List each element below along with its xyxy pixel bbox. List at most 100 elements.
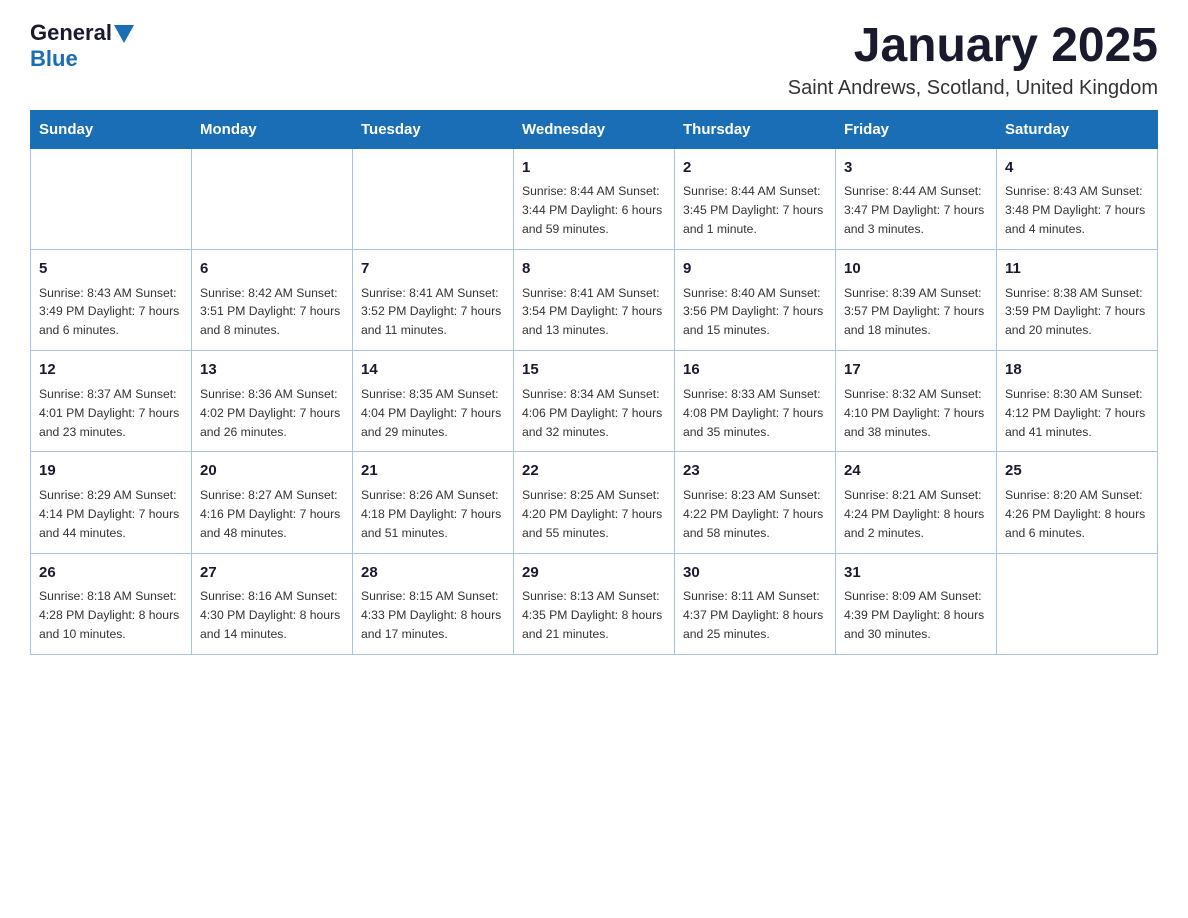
day-number: 12 [39,359,183,382]
day-info: Sunrise: 8:36 AM Sunset: 4:02 PM Dayligh… [200,385,344,442]
weekday-header-sunday: Sunday [31,110,192,148]
day-info: Sunrise: 8:35 AM Sunset: 4:04 PM Dayligh… [361,385,505,442]
week-row-1: 1Sunrise: 8:44 AM Sunset: 3:44 PM Daylig… [31,148,1158,249]
calendar-cell: 8 Sunrise: 8:41 AM Sunset: 3:54 PM Daylig… [514,250,675,351]
calendar-cell: 3Sunrise: 8:44 AM Sunset: 3:47 PM Daylig… [836,148,997,249]
day-number: 24 [844,460,988,483]
day-info: Sunrise: 8:43 AM Sunset: 3:48 PM Dayligh… [1005,182,1149,239]
week-row-4: 19Sunrise: 8:29 AM Sunset: 4:14 PM Dayli… [31,452,1158,553]
calendar-cell: 13 Sunrise: 8:36 AM Sunset: 4:02 PM Dayli… [192,351,353,452]
calendar-cell: 7 Sunrise: 8:41 AM Sunset: 3:52 PM Daylig… [353,250,514,351]
day-number: 31 [844,562,988,585]
calendar-cell: 23 Sunrise: 8:23 AM Sunset: 4:22 PM Dayli… [675,452,836,553]
calendar-cell: 20Sunrise: 8:27 AM Sunset: 4:16 PM Dayli… [192,452,353,553]
calendar-cell: 4Sunrise: 8:43 AM Sunset: 3:48 PM Daylig… [997,148,1158,249]
day-number: 10 [844,258,988,281]
day-number: 5 [39,258,183,281]
title-block: January 2025 Saint Andrews, Scotland, Un… [788,20,1158,100]
weekday-header-friday: Friday [836,110,997,148]
day-info: Sunrise: 8:23 AM Sunset: 4:22 PM Dayligh… [683,486,827,543]
day-number: 18 [1005,359,1149,382]
day-number: 29 [522,562,666,585]
day-number: 25 [1005,460,1149,483]
day-number: 27 [200,562,344,585]
week-row-5: 26Sunrise: 8:18 AM Sunset: 4:28 PM Dayli… [31,553,1158,654]
day-number: 23 [683,460,827,483]
calendar-cell: 31Sunrise: 8:09 AM Sunset: 4:39 PM Dayli… [836,553,997,654]
day-info: Sunrise: 8:34 AM Sunset: 4:06 PM Dayligh… [522,385,666,442]
day-info: Sunrise: 8:26 AM Sunset: 4:18 PM Dayligh… [361,486,505,543]
calendar-cell [31,148,192,249]
weekday-header-monday: Monday [192,110,353,148]
logo-general: General [30,20,112,45]
calendar-cell: 5 Sunrise: 8:43 AM Sunset: 3:49 PM Daylig… [31,250,192,351]
calendar-cell: 12 Sunrise: 8:37 AM Sunset: 4:01 PM Dayli… [31,351,192,452]
day-info: Sunrise: 8:44 AM Sunset: 3:44 PM Dayligh… [522,182,666,239]
day-number: 4 [1005,157,1149,180]
calendar-cell: 29Sunrise: 8:13 AM Sunset: 4:35 PM Dayli… [514,553,675,654]
day-number: 17 [844,359,988,382]
day-info: Sunrise: 8:25 AM Sunset: 4:20 PM Dayligh… [522,486,666,543]
day-number: 26 [39,562,183,585]
day-info: Sunrise: 8:42 AM Sunset: 3:51 PM Dayligh… [200,284,344,341]
day-info: Sunrise: 8:33 AM Sunset: 4:08 PM Dayligh… [683,385,827,442]
day-info: Sunrise: 8:15 AM Sunset: 4:33 PM Dayligh… [361,587,505,644]
calendar-cell [997,553,1158,654]
day-info: Sunrise: 8:37 AM Sunset: 4:01 PM Dayligh… [39,385,183,442]
logo: General Blue [30,20,134,72]
calendar-cell: 27Sunrise: 8:16 AM Sunset: 4:30 PM Dayli… [192,553,353,654]
day-number: 3 [844,157,988,180]
day-info: Sunrise: 8:40 AM Sunset: 3:56 PM Dayligh… [683,284,827,341]
calendar-cell: 2Sunrise: 8:44 AM Sunset: 3:45 PM Daylig… [675,148,836,249]
day-number: 6 [200,258,344,281]
logo-text: General Blue [30,20,134,72]
calendar-cell: 26Sunrise: 8:18 AM Sunset: 4:28 PM Dayli… [31,553,192,654]
day-info: Sunrise: 8:13 AM Sunset: 4:35 PM Dayligh… [522,587,666,644]
day-info: Sunrise: 8:11 AM Sunset: 4:37 PM Dayligh… [683,587,827,644]
weekday-header-saturday: Saturday [997,110,1158,148]
day-number: 2 [683,157,827,180]
calendar-table: SundayMondayTuesdayWednesdayThursdayFrid… [30,110,1158,655]
day-info: Sunrise: 8:32 AM Sunset: 4:10 PM Dayligh… [844,385,988,442]
day-info: Sunrise: 8:39 AM Sunset: 3:57 PM Dayligh… [844,284,988,341]
calendar-cell: 1Sunrise: 8:44 AM Sunset: 3:44 PM Daylig… [514,148,675,249]
calendar-cell: 18 Sunrise: 8:30 AM Sunset: 4:12 PM Dayli… [997,351,1158,452]
calendar-cell: 17 Sunrise: 8:32 AM Sunset: 4:10 PM Dayli… [836,351,997,452]
day-number: 15 [522,359,666,382]
day-info: Sunrise: 8:44 AM Sunset: 3:47 PM Dayligh… [844,182,988,239]
calendar-cell: 16 Sunrise: 8:33 AM Sunset: 4:08 PM Dayli… [675,351,836,452]
day-number: 19 [39,460,183,483]
logo-blue: Blue [30,46,78,71]
day-number: 16 [683,359,827,382]
day-number: 1 [522,157,666,180]
day-number: 28 [361,562,505,585]
day-info: Sunrise: 8:09 AM Sunset: 4:39 PM Dayligh… [844,587,988,644]
calendar-cell: 30Sunrise: 8:11 AM Sunset: 4:37 PM Dayli… [675,553,836,654]
day-info: Sunrise: 8:43 AM Sunset: 3:49 PM Dayligh… [39,284,183,341]
day-info: Sunrise: 8:21 AM Sunset: 4:24 PM Dayligh… [844,486,988,543]
calendar-cell: 22Sunrise: 8:25 AM Sunset: 4:20 PM Dayli… [514,452,675,553]
day-number: 8 [522,258,666,281]
day-number: 7 [361,258,505,281]
calendar-cell: 21 Sunrise: 8:26 AM Sunset: 4:18 PM Dayli… [353,452,514,553]
day-number: 21 [361,460,505,483]
weekday-header-row: SundayMondayTuesdayWednesdayThursdayFrid… [31,110,1158,148]
week-row-2: 5 Sunrise: 8:43 AM Sunset: 3:49 PM Daylig… [31,250,1158,351]
logo-triangle-icon [114,25,134,43]
day-info: Sunrise: 8:27 AM Sunset: 4:16 PM Dayligh… [200,486,344,543]
day-info: Sunrise: 8:44 AM Sunset: 3:45 PM Dayligh… [683,182,827,239]
day-info: Sunrise: 8:16 AM Sunset: 4:30 PM Dayligh… [200,587,344,644]
day-info: Sunrise: 8:30 AM Sunset: 4:12 PM Dayligh… [1005,385,1149,442]
day-number: 11 [1005,258,1149,281]
day-number: 14 [361,359,505,382]
day-info: Sunrise: 8:41 AM Sunset: 3:52 PM Dayligh… [361,284,505,341]
calendar-cell: 15 Sunrise: 8:34 AM Sunset: 4:06 PM Dayli… [514,351,675,452]
day-number: 13 [200,359,344,382]
weekday-header-tuesday: Tuesday [353,110,514,148]
week-row-3: 12 Sunrise: 8:37 AM Sunset: 4:01 PM Dayli… [31,351,1158,452]
day-info: Sunrise: 8:18 AM Sunset: 4:28 PM Dayligh… [39,587,183,644]
calendar-cell [353,148,514,249]
day-info: Sunrise: 8:41 AM Sunset: 3:54 PM Dayligh… [522,284,666,341]
day-info: Sunrise: 8:38 AM Sunset: 3:59 PM Dayligh… [1005,284,1149,341]
calendar-cell: 9Sunrise: 8:40 AM Sunset: 3:56 PM Daylig… [675,250,836,351]
